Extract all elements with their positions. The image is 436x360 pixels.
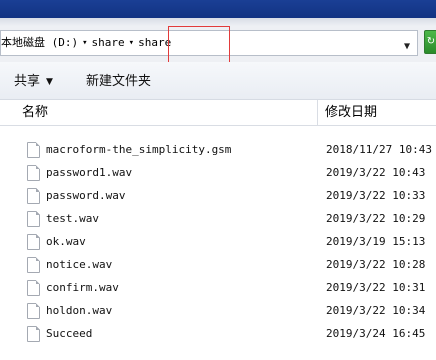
file-date: 2019/3/22 10:28 xyxy=(326,258,426,271)
file-name: macroform-the_simplicity.gsm xyxy=(46,143,232,156)
file-date: 2019/3/22 10:29 xyxy=(326,212,426,225)
file-row[interactable]: password1.wav 2019/3/22 10:43 xyxy=(0,161,436,185)
column-header-row: 名称 修改日期 xyxy=(0,100,436,126)
file-icon xyxy=(27,280,40,296)
file-icon xyxy=(27,142,40,158)
new-folder-button[interactable]: 新建文件夹 xyxy=(86,74,151,90)
file-name: password1.wav xyxy=(46,166,133,179)
file-icon xyxy=(27,257,40,273)
file-icon xyxy=(27,165,40,181)
file-date: 2019/3/22 10:43 xyxy=(326,166,426,179)
file-name: notice.wav xyxy=(46,258,113,271)
chevron-down-icon[interactable]: ▼ xyxy=(400,40,414,54)
address-bar: 本地磁盘 (D:) ▾ share ▾ share ▼ ↻ xyxy=(0,26,436,62)
column-header-date-modified[interactable]: 修改日期 xyxy=(325,100,377,125)
share-button-label: 共享 xyxy=(14,74,41,89)
breadcrumb-drive[interactable]: 本地磁盘 (D:) xyxy=(1,36,78,49)
file-icon xyxy=(27,211,40,227)
file-icon xyxy=(27,188,40,204)
file-row[interactable]: macroform-the_simplicity.gsm 2018/11/27 … xyxy=(0,138,436,162)
file-date: 2019/3/22 10:33 xyxy=(326,189,426,202)
share-button[interactable]: 共享 ▼ xyxy=(14,74,53,90)
file-name: ok.wav xyxy=(46,235,86,248)
file-icon xyxy=(27,303,40,319)
file-row[interactable]: Succeed 2019/3/24 16:45 xyxy=(0,322,436,346)
file-date: 2019/3/22 10:34 xyxy=(326,304,426,317)
address-field[interactable]: 本地磁盘 (D:) ▾ share ▾ share ▼ xyxy=(0,30,418,56)
file-icon xyxy=(27,234,40,250)
file-icon xyxy=(27,326,40,342)
file-row[interactable]: password.wav 2019/3/22 10:33 xyxy=(0,184,436,208)
file-row[interactable]: notice.wav 2019/3/22 10:28 xyxy=(0,253,436,277)
file-name: confirm.wav xyxy=(46,281,119,294)
file-date: 2018/11/27 10:43 xyxy=(326,143,432,156)
file-date: 2019/3/22 10:31 xyxy=(326,281,426,294)
file-date: 2019/3/24 16:45 xyxy=(326,327,426,340)
file-name: test.wav xyxy=(46,212,99,225)
breadcrumb-separator-icon[interactable]: ▾ xyxy=(78,38,91,48)
file-date: 2019/3/19 15:13 xyxy=(326,235,426,248)
refresh-icon[interactable]: ↻ xyxy=(424,30,436,54)
column-header-name[interactable]: 名称 xyxy=(0,100,318,125)
file-name: holdon.wav xyxy=(46,304,113,317)
file-name: password.wav xyxy=(46,189,126,202)
file-row[interactable]: confirm.wav 2019/3/22 10:31 xyxy=(0,276,436,300)
file-row[interactable]: test.wav 2019/3/22 10:29 xyxy=(0,207,436,231)
file-name: Succeed xyxy=(46,327,93,340)
breadcrumb-current[interactable]: share xyxy=(138,36,171,49)
breadcrumb-separator-icon[interactable]: ▾ xyxy=(125,38,138,48)
breadcrumb-folder[interactable]: share xyxy=(92,36,125,49)
command-toolbar: 共享 ▼ 新建文件夹 xyxy=(0,62,436,100)
file-row[interactable]: ok.wav 2019/3/19 15:13 xyxy=(0,230,436,254)
chevron-down-icon: ▼ xyxy=(46,77,53,87)
window-title-bar xyxy=(0,0,436,18)
title-bar-edge xyxy=(0,18,436,26)
file-row[interactable]: holdon.wav 2019/3/22 10:34 xyxy=(0,299,436,323)
